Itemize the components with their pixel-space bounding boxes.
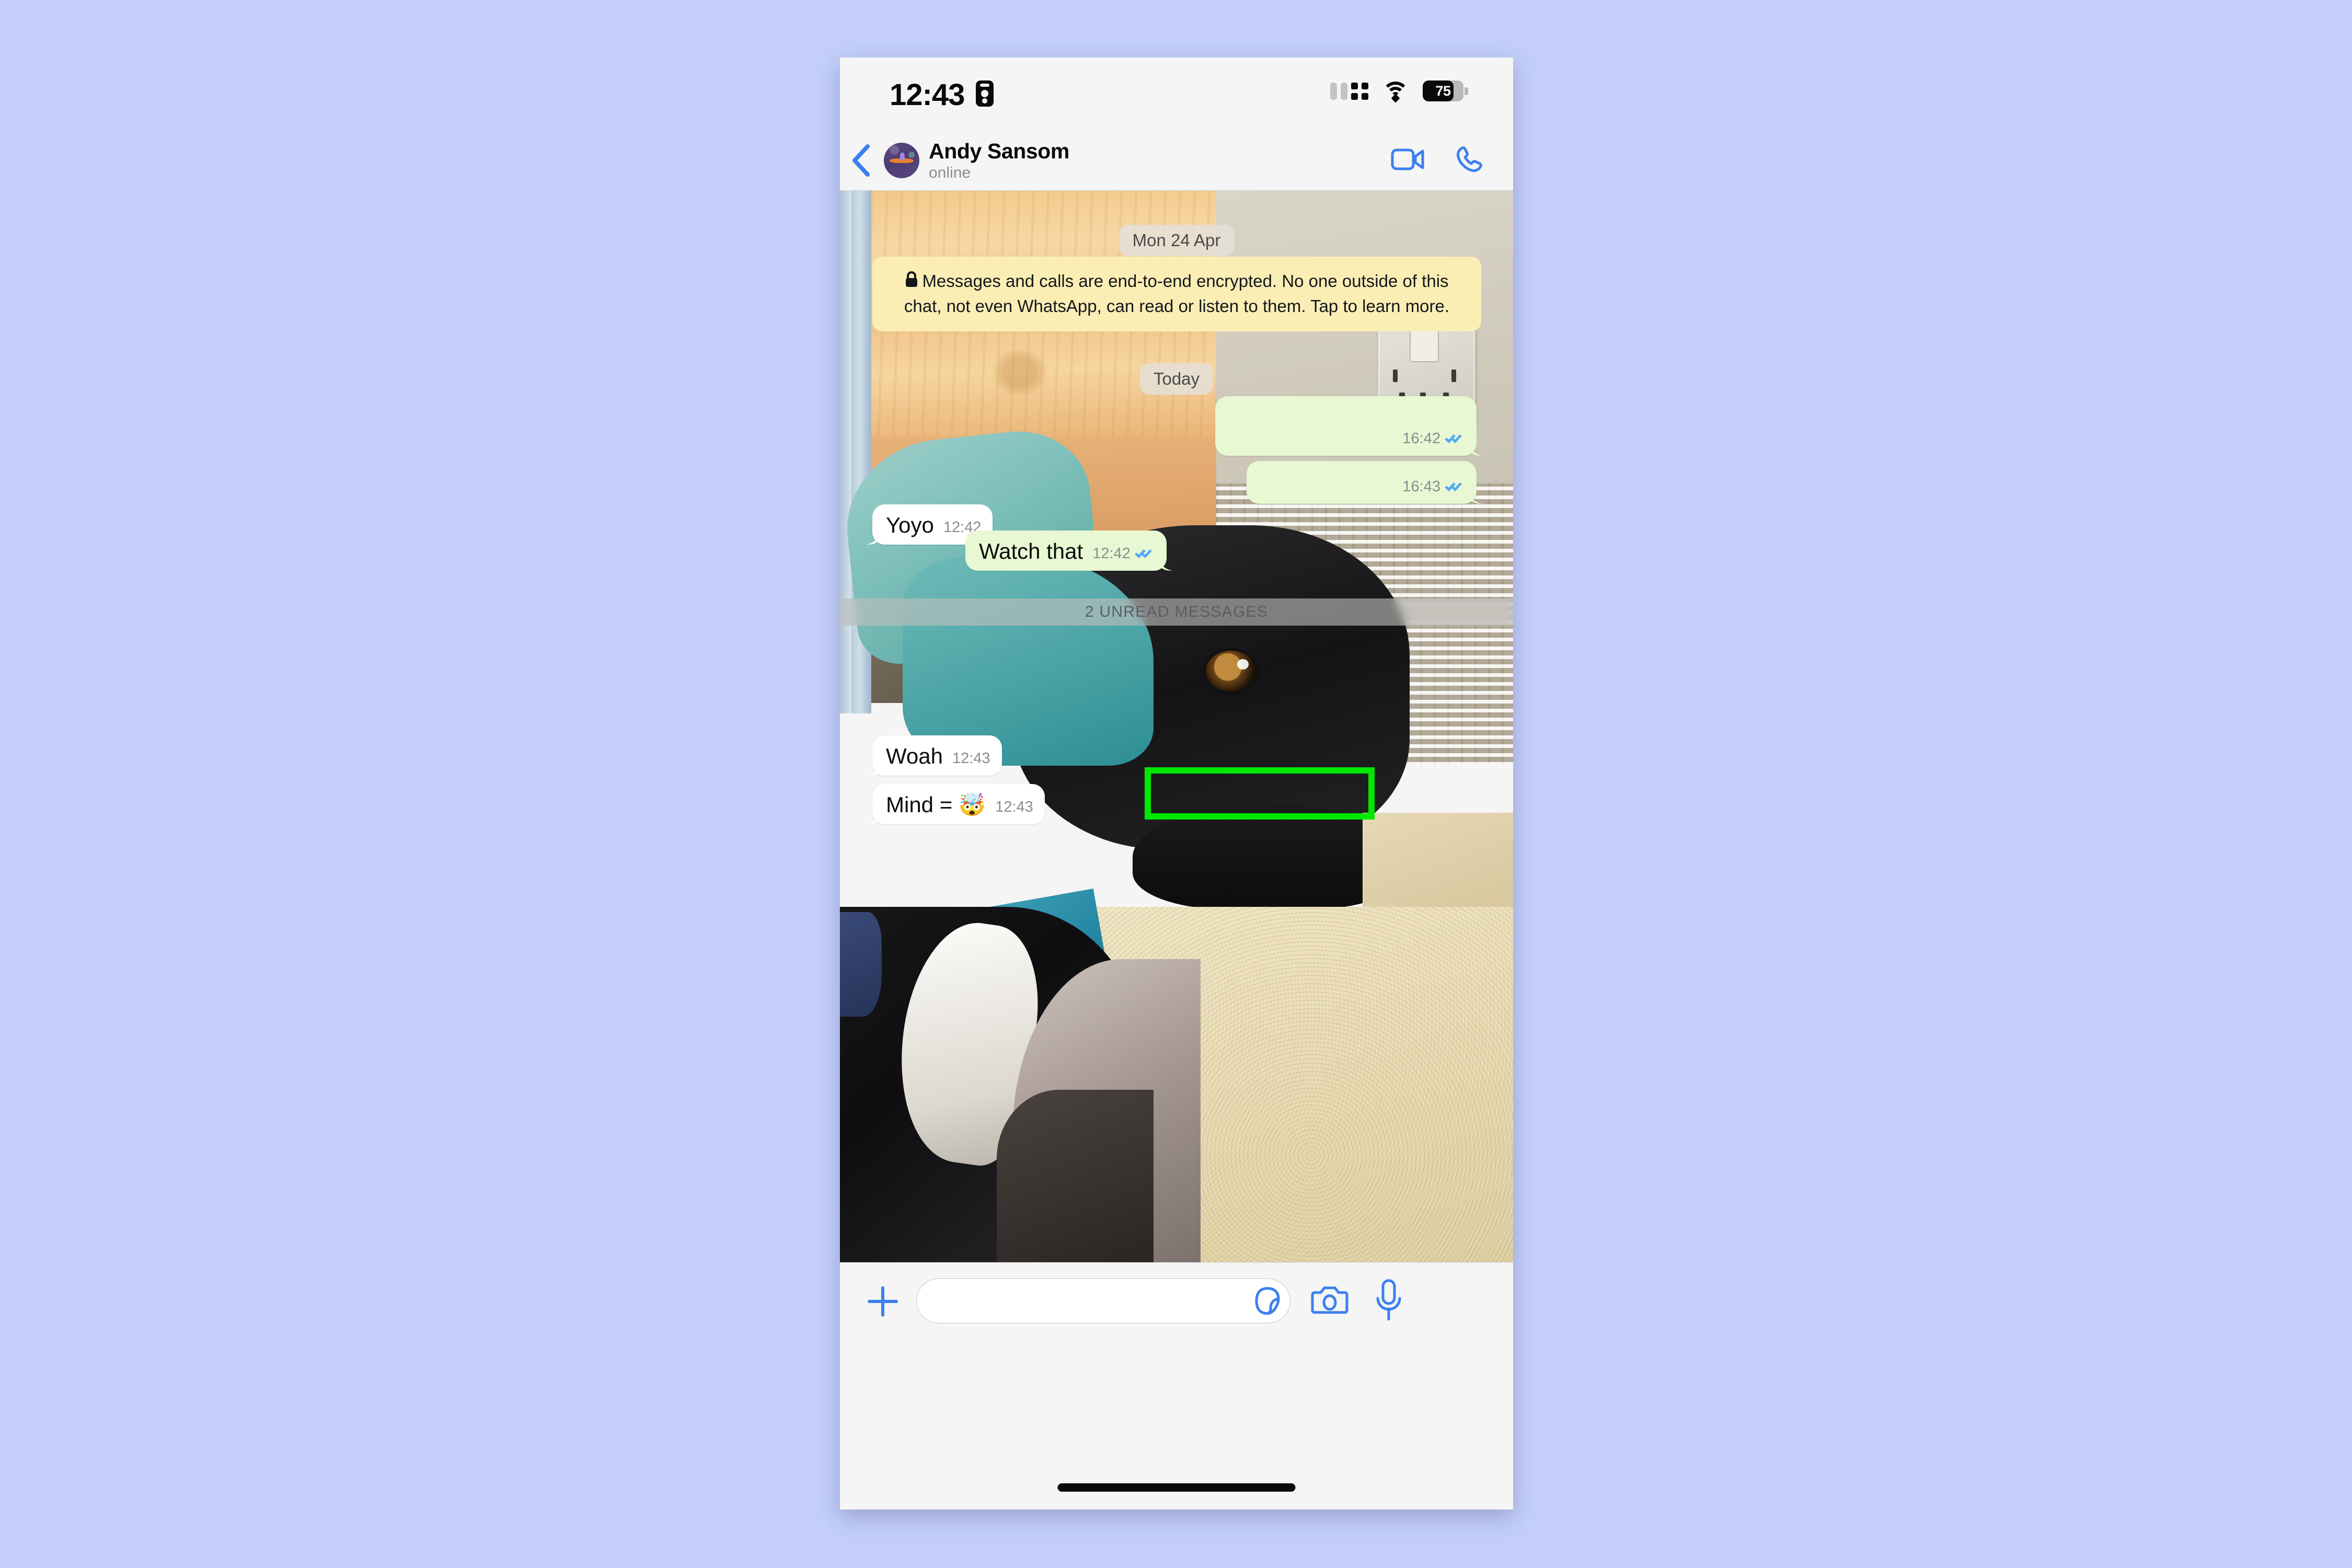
chat-header: Andy Sansom online (840, 131, 1513, 191)
message-bubble-incoming[interactable]: Woah 12:43 (872, 735, 1002, 776)
message-composer-bar (840, 1262, 1513, 1509)
phone-frame: 12:43 75 Andy Sansom online Mon 24 Apr M… (840, 57, 1513, 1509)
battery-nub (1465, 87, 1468, 95)
battery-icon: 75 (1423, 80, 1463, 101)
status-bar: 12:43 75 (840, 57, 1513, 131)
battery-percent-label: 75 (1435, 83, 1451, 99)
message-time: 12:42 (1092, 545, 1131, 562)
header-actions (1391, 146, 1513, 176)
home-indicator (1057, 1483, 1296, 1492)
message-time: 12:43 (995, 798, 1033, 815)
message-time: 16:43 (1402, 478, 1440, 495)
read-receipt-double-check-icon (1445, 432, 1465, 445)
avatar[interactable] (884, 143, 919, 178)
peer-name: Andy Sansom (929, 139, 1069, 164)
peer-info[interactable]: Andy Sansom online (929, 140, 1069, 180)
message-meta: 12:43 (952, 750, 990, 767)
status-bar-clock: 12:43 (890, 78, 965, 112)
read-receipt-double-check-icon (1445, 480, 1465, 493)
status-bar-indicators: 75 (1330, 80, 1468, 103)
chevron-left-icon (852, 144, 870, 177)
encryption-notice[interactable]: Messages and calls are end-to-end encryp… (872, 257, 1481, 332)
attach-button[interactable] (864, 1283, 902, 1320)
wifi-icon (1382, 80, 1409, 103)
today-separator-pill: Today (1139, 363, 1214, 395)
message-meta: 16:42 (1402, 430, 1465, 447)
unread-messages-divider: 2 UNREAD MESSAGES (840, 598, 1513, 626)
lock-icon (905, 270, 918, 294)
message-text: Watch that (979, 539, 1083, 563)
message-meta: 12:43 (995, 799, 1033, 815)
battery-indicator: 75 (1423, 80, 1468, 101)
message-text: Yoyo (886, 513, 934, 537)
microphone-icon (1376, 1279, 1401, 1321)
message-input-wrapper[interactable] (916, 1278, 1290, 1323)
message-bubble-incoming[interactable]: Mind = 🤯 12:43 (872, 784, 1045, 825)
watch-that-message-bubble[interactable]: Watch that 12:42 (965, 531, 1167, 571)
message-input[interactable] (931, 1290, 1250, 1311)
cellular-signal-icon (1330, 82, 1368, 100)
encryption-notice-text: Messages and calls are end-to-end encryp… (904, 271, 1450, 316)
voice-call-button[interactable] (1456, 146, 1483, 176)
back-button[interactable] (840, 131, 882, 190)
sticker-button[interactable] (1253, 1286, 1282, 1316)
chat-wallpaper-photo (840, 191, 1513, 1262)
message-meta: 16:43 (1402, 478, 1465, 495)
message-text: Woah (886, 744, 943, 768)
camera-icon (1311, 1286, 1348, 1314)
video-camera-icon (1391, 148, 1424, 170)
person-badge-icon (976, 80, 994, 107)
message-text: Mind = 🤯 (886, 792, 986, 817)
plus-icon (868, 1286, 898, 1317)
date-separator-pill: Mon 24 Apr (1119, 225, 1235, 256)
chat-message-list[interactable]: Mon 24 Apr Messages and calls are end-to… (840, 191, 1513, 1262)
message-time: 12:43 (952, 750, 990, 767)
message-bubble-outgoing[interactable]: 16:43 (1247, 461, 1477, 504)
message-meta: 12:42 (1092, 545, 1155, 562)
message-bubble-outgoing[interactable]: 16:42 (1215, 396, 1477, 456)
read-receipt-double-check-icon (1134, 547, 1155, 560)
peer-presence-status: online (929, 164, 971, 181)
phone-icon (1457, 146, 1482, 172)
camera-button[interactable] (1310, 1281, 1349, 1320)
video-call-button[interactable] (1391, 147, 1425, 174)
sticker-icon (1255, 1287, 1280, 1315)
microphone-button[interactable] (1374, 1278, 1403, 1322)
message-time: 16:42 (1402, 430, 1440, 447)
